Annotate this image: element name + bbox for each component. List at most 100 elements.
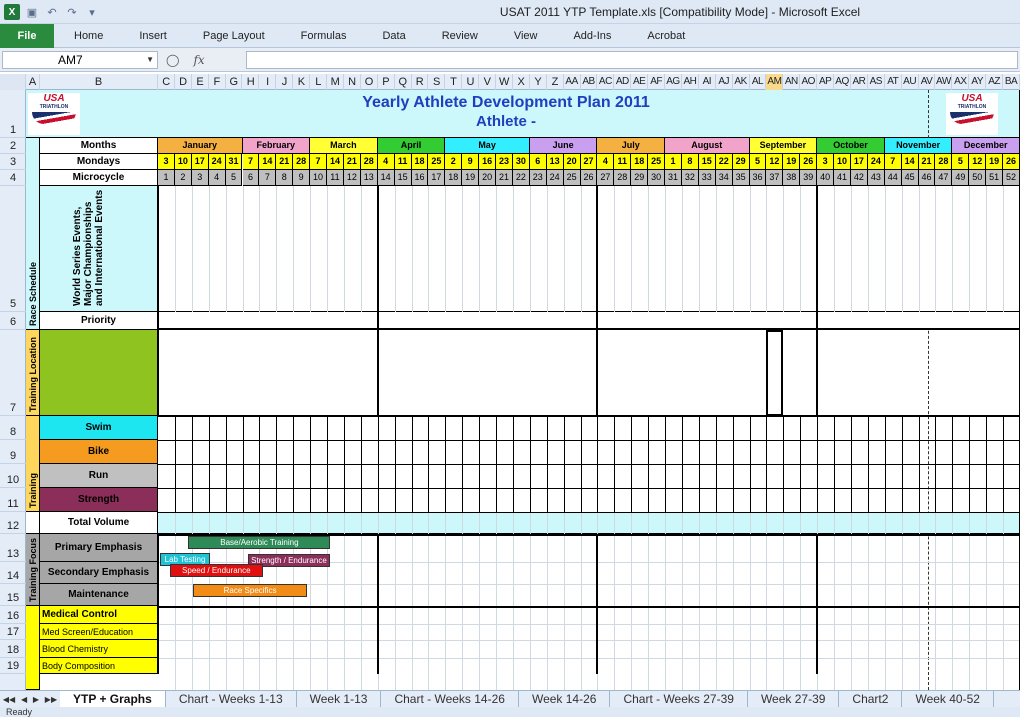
column-header[interactable]: AG — [665, 74, 682, 90]
column-header[interactable]: U — [462, 74, 480, 90]
column-header[interactable]: AV — [919, 74, 936, 90]
column-header[interactable]: I — [259, 74, 277, 90]
tab-add-ins[interactable]: Add-Ins — [555, 24, 629, 48]
column-header[interactable]: AQ — [834, 74, 851, 90]
column-header[interactable]: AZ — [986, 74, 1004, 90]
focus-bar[interactable]: Base/Aerobic Training — [188, 536, 331, 549]
row-header[interactable]: 7 — [0, 330, 26, 416]
next-sheet-icon[interactable]: ▶ — [33, 695, 39, 704]
row-header[interactable]: 15 — [0, 584, 26, 606]
focus-bar[interactable]: Race Specifics — [193, 584, 307, 597]
sheet-tab[interactable]: Chart - Weeks 14-26 — [381, 690, 519, 708]
column-header[interactable]: AA — [564, 74, 581, 90]
row-header[interactable]: 13 — [0, 534, 26, 562]
column-header[interactable]: J — [276, 74, 294, 90]
column-header[interactable]: AL — [750, 74, 767, 90]
column-header[interactable]: Z — [547, 74, 564, 90]
sheet-tab[interactable]: Week 40-52 — [902, 690, 994, 708]
column-header[interactable]: AK — [733, 74, 750, 90]
name-box[interactable]: AM7 ▼ — [2, 51, 158, 69]
column-header[interactable]: AF — [648, 74, 666, 90]
column-header[interactable]: X — [513, 74, 530, 90]
column-header[interactable]: T — [445, 74, 463, 90]
focus-bar[interactable]: Speed / Endurance — [169, 564, 263, 577]
column-header[interactable]: K — [293, 74, 311, 90]
row-header[interactable]: 18 — [0, 640, 26, 658]
selected-cell[interactable] — [766, 330, 784, 416]
column-header[interactable]: AE — [631, 74, 649, 90]
tab-review[interactable]: Review — [424, 24, 496, 48]
tab-view[interactable]: View — [496, 24, 556, 48]
column-header[interactable]: W — [496, 74, 513, 90]
tab-formulas[interactable]: Formulas — [283, 24, 365, 48]
column-header[interactable]: AC — [597, 74, 615, 90]
column-header[interactable]: P — [378, 74, 395, 90]
column-header[interactable]: N — [344, 74, 361, 90]
column-header[interactable]: AR — [851, 74, 868, 90]
column-header[interactable]: AN — [783, 74, 801, 90]
row-header[interactable]: 14 — [0, 562, 26, 584]
row-header[interactable]: 10 — [0, 464, 26, 488]
column-header[interactable]: G — [226, 74, 243, 90]
tab-file[interactable]: File — [0, 23, 54, 48]
tab-home[interactable]: Home — [54, 24, 121, 48]
row-header[interactable]: 9 — [0, 440, 26, 464]
column-header[interactable]: F — [209, 74, 226, 90]
sheet-tab[interactable]: Week 14-26 — [519, 690, 611, 708]
tab-acrobat[interactable]: Acrobat — [629, 24, 703, 48]
row-header[interactable]: 11 — [0, 488, 26, 512]
sheet-tab[interactable]: YTP + Graphs — [60, 690, 166, 708]
sheet-tab[interactable]: Chart - Weeks 1-13 — [166, 690, 297, 708]
row-header[interactable]: 19 — [0, 658, 26, 674]
column-header[interactable]: B — [40, 74, 158, 90]
column-header[interactable]: AW — [935, 74, 953, 90]
row-header[interactable]: 17 — [0, 624, 26, 640]
column-header[interactable]: AX — [952, 74, 970, 90]
prev-sheet-icon[interactable]: ◀ — [21, 695, 27, 704]
sheet-tab[interactable]: Week 1-13 — [297, 690, 382, 708]
ytp-grid[interactable]: USA TRIATHLON USA TRIATHLON Yearly Athlete D… — [26, 90, 1020, 690]
column-header[interactable]: M — [327, 74, 344, 90]
column-header[interactable]: V — [479, 74, 497, 90]
row-header[interactable]: 4 — [0, 170, 26, 186]
column-header[interactable]: AO — [800, 74, 818, 90]
row-header[interactable]: 12 — [0, 512, 26, 534]
first-sheet-icon[interactable]: ◀◀ — [3, 695, 15, 704]
row-header[interactable]: 5 — [0, 186, 26, 312]
row-header[interactable]: 8 — [0, 416, 26, 440]
chevron-down-icon[interactable]: ▼ — [146, 52, 154, 68]
column-header[interactable]: BA — [1003, 74, 1020, 90]
column-header[interactable]: AY — [969, 74, 987, 90]
column-header[interactable]: R — [412, 74, 429, 90]
tab-page-layout[interactable]: Page Layout — [185, 24, 283, 48]
tab-insert[interactable]: Insert — [121, 24, 185, 48]
sheet-tab[interactable]: Week 27-39 — [748, 690, 840, 708]
column-header[interactable]: D — [175, 74, 192, 90]
row-header[interactable]: 1 — [0, 90, 26, 138]
column-header[interactable]: AB — [581, 74, 598, 90]
column-header[interactable]: AD — [614, 74, 632, 90]
spreadsheet[interactable]: A B C D E F G H I J K L M N O P Q R S T U V W X Y Z AA AB AC AD AE AF AG… — [0, 74, 1020, 690]
column-header[interactable]: AS — [868, 74, 885, 90]
column-header[interactable]: O — [361, 74, 378, 90]
column-header[interactable]: H — [243, 74, 260, 90]
row-header[interactable]: 6 — [0, 312, 26, 330]
last-sheet-icon[interactable]: ▶▶ — [45, 695, 57, 704]
column-header[interactable]: AP — [817, 74, 835, 90]
column-header[interactable]: A — [26, 74, 40, 90]
column-header[interactable]: C — [158, 74, 175, 90]
row-header[interactable]: 2 — [0, 138, 26, 154]
sheet-tab[interactable]: Chart2 — [839, 690, 903, 708]
formula-input[interactable] — [246, 51, 1018, 69]
column-header[interactable]: L — [310, 74, 327, 90]
select-all-corner[interactable] — [0, 74, 26, 90]
tab-data[interactable]: Data — [364, 24, 423, 48]
column-header[interactable]: AJ — [716, 74, 733, 90]
row-header[interactable]: 16 — [0, 606, 26, 624]
column-header[interactable]: AM — [766, 74, 784, 90]
column-header[interactable]: Y — [530, 74, 547, 90]
fx-icon[interactable]: fx — [193, 53, 204, 67]
column-header[interactable]: AH — [682, 74, 699, 90]
row-header[interactable]: 3 — [0, 154, 26, 170]
column-header[interactable]: Q — [395, 74, 412, 90]
